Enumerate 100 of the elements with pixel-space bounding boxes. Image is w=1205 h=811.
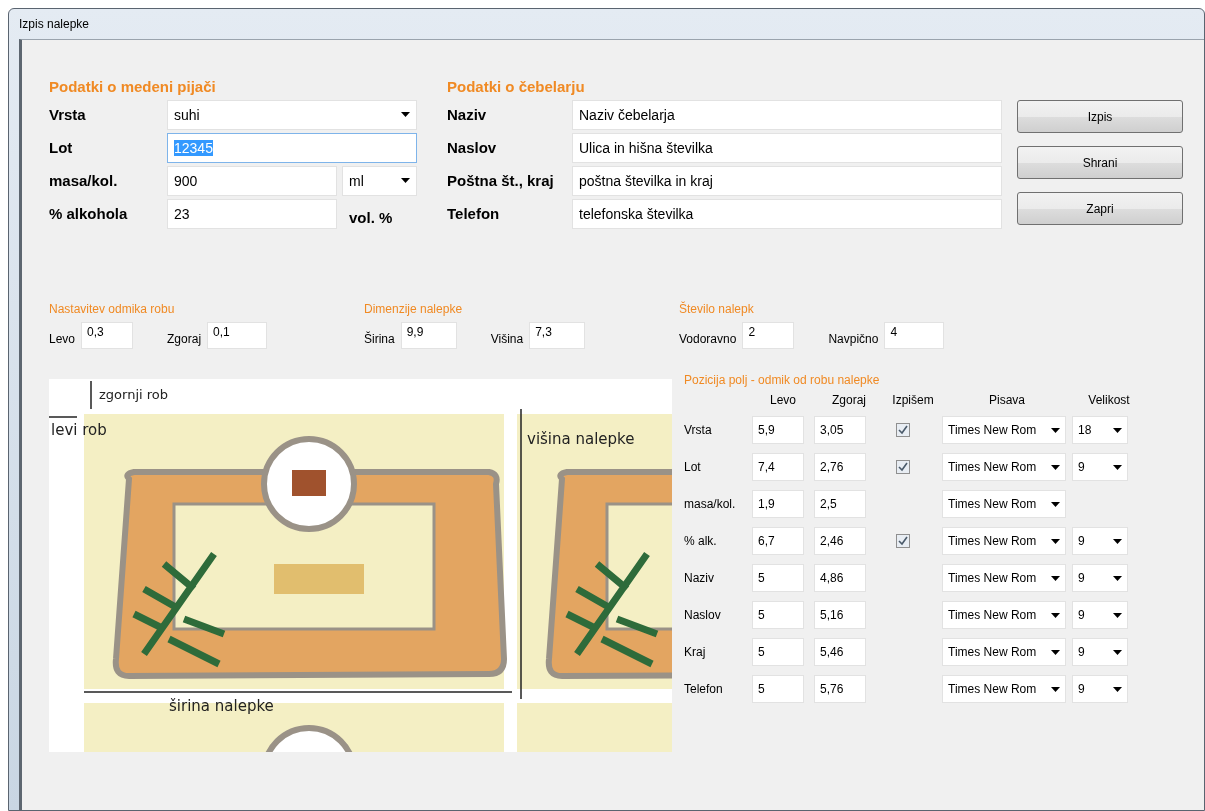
field-label: Poštna št., kraj (447, 172, 555, 189)
size-dropdown[interactable]: 9 (1072, 527, 1128, 555)
text-field[interactable]: poštna številka in kraj (572, 165, 1002, 196)
dropdown-caret-icon (1051, 464, 1060, 470)
text-field[interactable]: telefonska številka (572, 198, 1002, 229)
font-dropdown[interactable]: Times New Rom (942, 675, 1066, 703)
margin-marker-line (90, 380, 92, 410)
text-field[interactable]: Naziv čebelarja (572, 99, 1002, 130)
column-header: Zgoraj (831, 393, 867, 407)
column-header: Izpišem (891, 393, 935, 407)
number-field[interactable]: 4 (884, 322, 945, 349)
font-dropdown[interactable]: Times New Rom (942, 564, 1066, 592)
dropdown-caret-icon (1051, 501, 1060, 507)
unit-label: vol. % (349, 209, 393, 226)
unit-dropdown[interactable]: ml (342, 165, 417, 196)
column-header: Velikost (1087, 393, 1131, 407)
dropdown-caret-icon (1051, 686, 1060, 692)
dropdown-caret-icon (1113, 538, 1122, 544)
type-dropdown[interactable]: suhi (167, 99, 417, 130)
text-field[interactable]: Ulica in hišna številka (572, 132, 1002, 163)
size-dropdown[interactable]: 18 (1072, 416, 1128, 444)
field-label: Naslov (447, 139, 498, 156)
dropdown-caret-icon (1113, 649, 1122, 655)
dropdown-caret-icon (401, 178, 410, 183)
column-header: Levo (769, 393, 797, 407)
dropdown-caret-icon (1113, 686, 1122, 692)
annotation-text: višina nalepke (527, 430, 635, 448)
size-dropdown[interactable]: 9 (1072, 675, 1128, 703)
font-dropdown[interactable]: Times New Rom (942, 416, 1066, 444)
amount-field[interactable]: 900 (167, 165, 337, 196)
number-field[interactable]: 5,9 (752, 416, 804, 444)
size-dropdown[interactable]: 9 (1072, 638, 1128, 666)
size-dropdown[interactable]: 9 (1072, 601, 1128, 629)
field-label: masa/kol. (49, 172, 119, 189)
number-field[interactable]: 5 (752, 675, 804, 703)
dropdown-caret-icon (1051, 612, 1060, 618)
field-label: Zgoraj (167, 331, 202, 346)
action-button[interactable]: Shrani (1017, 146, 1183, 179)
margin-marker-line (49, 416, 78, 418)
dropdown-caret-icon (1051, 649, 1060, 655)
dropdown-caret-icon (401, 112, 410, 117)
number-field[interactable]: 7,4 (752, 453, 804, 481)
number-field[interactable]: 4,86 (814, 564, 866, 592)
field-label: Širina (364, 331, 395, 346)
font-dropdown[interactable]: Times New Rom (942, 527, 1066, 555)
row-label: % alk. (684, 534, 718, 548)
action-button[interactable]: Izpis (1017, 100, 1183, 133)
print-checkbox[interactable] (896, 534, 910, 548)
field-label: Vodoravno (679, 331, 737, 346)
dropdown-caret-icon (1113, 575, 1122, 581)
font-dropdown[interactable]: Times New Rom (942, 601, 1066, 629)
dropdown-caret-icon (1051, 575, 1060, 581)
row-label: Lot (684, 460, 702, 474)
annotation-text: levi rob (51, 421, 107, 439)
number-field[interactable]: 2,5 (814, 490, 866, 518)
number-field[interactable]: 7,3 (529, 322, 586, 349)
dropdown-caret-icon (1051, 538, 1060, 544)
number-field[interactable]: 2 (742, 322, 795, 349)
section-heading: Podatki o čebelarju (447, 78, 586, 97)
annotation-text: širina nalepke (169, 697, 274, 715)
size-dropdown[interactable]: 9 (1072, 453, 1128, 481)
field-label: Vrsta (49, 106, 87, 123)
number-field[interactable]: 5,16 (814, 601, 866, 629)
field-label: Naziv (447, 106, 488, 123)
number-field[interactable]: 5 (752, 564, 804, 592)
number-field[interactable]: 0,1 (207, 322, 268, 349)
font-dropdown[interactable]: Times New Rom (942, 453, 1066, 481)
alcohol-field[interactable]: 23 (167, 198, 337, 229)
field-label: Lot (49, 139, 74, 156)
number-field[interactable]: 5,76 (814, 675, 866, 703)
print-checkbox[interactable] (896, 460, 910, 474)
font-dropdown[interactable]: Times New Rom (942, 490, 1066, 518)
number-field[interactable]: 5,46 (814, 638, 866, 666)
number-field[interactable]: 5 (752, 601, 804, 629)
number-field[interactable]: 9,9 (400, 322, 457, 349)
font-dropdown[interactable]: Times New Rom (942, 638, 1066, 666)
field-label: Višina (490, 331, 524, 346)
column-header: Pisava (988, 393, 1026, 407)
section-heading: Podatki o medeni pijači (49, 78, 217, 97)
print-checkbox[interactable] (896, 423, 910, 437)
group-heading: Število nalepk (679, 302, 755, 318)
dropdown-caret-icon (1113, 612, 1122, 618)
number-field[interactable]: 1,9 (752, 490, 804, 518)
number-field[interactable]: 3,05 (814, 416, 866, 444)
annotation-text: zgornji rob (99, 387, 168, 402)
group-heading: Dimenzije nalepke (364, 302, 464, 318)
number-field[interactable]: 0,3 (81, 322, 134, 349)
action-button[interactable]: Zapri (1017, 192, 1183, 225)
number-field[interactable]: 5 (752, 638, 804, 666)
number-field[interactable]: 2,76 (814, 453, 866, 481)
row-label: Vrsta (684, 423, 713, 437)
row-label: Naslov (684, 608, 722, 622)
row-label: Kraj (684, 645, 707, 659)
number-field[interactable]: 6,7 (752, 527, 804, 555)
field-label: Levo (49, 331, 76, 346)
dropdown-caret-icon (1113, 427, 1122, 433)
field-label: Navpično (828, 331, 879, 346)
row-label: masa/kol. (684, 497, 737, 511)
number-field[interactable]: 2,46 (814, 527, 866, 555)
size-dropdown[interactable]: 9 (1072, 564, 1128, 592)
